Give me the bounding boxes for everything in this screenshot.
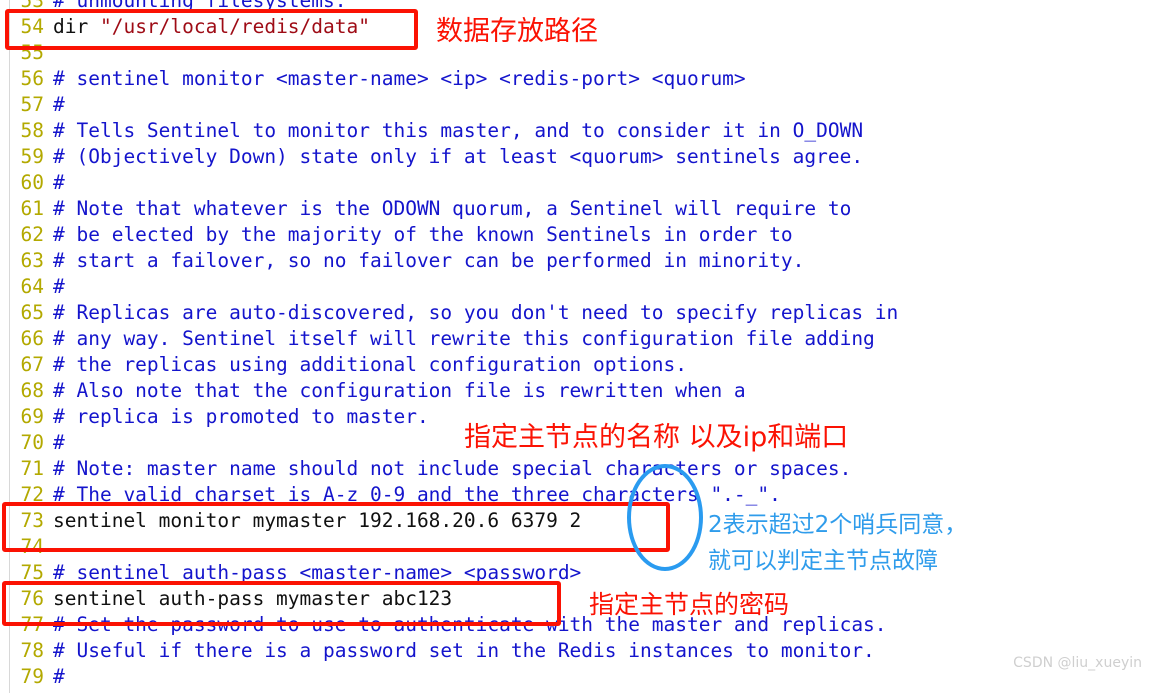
line-number: 70 bbox=[20, 431, 44, 454]
code-line[interactable]: 78 # Useful if there is a password set in… bbox=[0, 638, 1150, 664]
code-line[interactable]: 72 # The valid charset is A-z 0-9 and the… bbox=[0, 482, 1150, 508]
code-line[interactable]: 71 # Note: master name should not include… bbox=[0, 456, 1150, 482]
code-line[interactable]: 63 # start a failover, so no failover can… bbox=[0, 248, 1150, 274]
line-number: 62 bbox=[20, 223, 44, 246]
code-token: # Replicas are auto-discovered, so you d… bbox=[53, 301, 899, 324]
line-number: 57 bbox=[20, 93, 44, 116]
code-line[interactable]: 69 # replica is promoted to master. bbox=[0, 404, 1150, 430]
code-token: # the replicas using additional configur… bbox=[53, 353, 687, 376]
code-token: # Note: master name should not include s… bbox=[53, 457, 852, 480]
line-number: 71 bbox=[20, 457, 44, 480]
code-line[interactable]: 65 # Replicas are auto-discovered, so you… bbox=[0, 300, 1150, 326]
line-number: 75 bbox=[20, 561, 44, 584]
code-line[interactable]: 76 sentinel auth-pass mymaster abc123 bbox=[0, 586, 1150, 612]
code-line[interactable]: 59 # (Objectively Down) state only if at … bbox=[0, 144, 1150, 170]
code-line[interactable]: 66 # any way. Sentinel itself will rewrit… bbox=[0, 326, 1150, 352]
code-line[interactable]: 77 # Set the password to use to authentic… bbox=[0, 612, 1150, 638]
code-line[interactable]: 64 # bbox=[0, 274, 1150, 300]
code-token: # unmounting filesystems. bbox=[53, 0, 347, 12]
line-number: 77 bbox=[20, 613, 44, 636]
code-token: sentinel auth-pass mymaster abc123 bbox=[53, 587, 453, 610]
line-number: 72 bbox=[20, 483, 44, 506]
code-token: # Useful if there is a password set in t… bbox=[53, 639, 875, 662]
line-number: 53 bbox=[20, 0, 44, 12]
code-token: # bbox=[53, 93, 65, 116]
line-number: 65 bbox=[20, 301, 44, 324]
code-token: # replica is promoted to master. bbox=[53, 405, 429, 428]
code-token: dir bbox=[53, 15, 100, 38]
code-line[interactable]: 75 # sentinel auth-pass <master-name> <pa… bbox=[0, 560, 1150, 586]
line-number: 64 bbox=[20, 275, 44, 298]
code-token: # sentinel monitor <master-name> <ip> <r… bbox=[53, 67, 746, 90]
code-token: # (Objectively Down) state only if at le… bbox=[53, 145, 864, 168]
code-token: # Set the password to use to authenticat… bbox=[53, 613, 887, 636]
line-number: 55 bbox=[20, 41, 44, 64]
code-token: # Tells Sentinel to monitor this master,… bbox=[53, 119, 864, 142]
code-line[interactable]: 61 # Note that whatever is the ODOWN quor… bbox=[0, 196, 1150, 222]
csdn-watermark: CSDN @liu_xueyin bbox=[1013, 655, 1142, 671]
line-number: 61 bbox=[20, 197, 44, 220]
code-line[interactable]: 58 # Tells Sentinel to monitor this maste… bbox=[0, 118, 1150, 144]
line-number: 66 bbox=[20, 327, 44, 350]
code-token: # Note that whatever is the ODOWN quorum… bbox=[53, 197, 852, 220]
code-token: # bbox=[53, 665, 65, 688]
line-number: 69 bbox=[20, 405, 44, 428]
code-token: # The valid charset is A-z 0-9 and the t… bbox=[53, 483, 781, 506]
code-line[interactable]: 56 # sentinel monitor <master-name> <ip> … bbox=[0, 66, 1150, 92]
code-line[interactable]: 55 bbox=[0, 40, 1150, 66]
code-lines-container[interactable]: 53 # unmounting filesystems. 54 dir "/usr/l… bbox=[0, 0, 1150, 690]
code-line[interactable]: 57 # bbox=[0, 92, 1150, 118]
code-token: # bbox=[53, 431, 65, 454]
code-editor-screenshot: 53 # unmounting filesystems. 54 dir "/usr/l… bbox=[0, 0, 1150, 693]
code-line[interactable]: 54 dir "/usr/local/redis/data" bbox=[0, 14, 1150, 40]
code-token: # bbox=[53, 275, 65, 298]
code-line[interactable]: 68 # Also note that the configuration fil… bbox=[0, 378, 1150, 404]
line-number: 68 bbox=[20, 379, 44, 402]
code-token: sentinel monitor mymaster 192.168.20.6 6… bbox=[53, 509, 582, 532]
code-token: # sentinel auth-pass <master-name> <pass… bbox=[53, 561, 582, 584]
code-line[interactable]: 79 # bbox=[0, 664, 1150, 690]
code-token: # start a failover, so no failover can b… bbox=[53, 249, 805, 272]
code-line[interactable]: 60 # bbox=[0, 170, 1150, 196]
line-number: 74 bbox=[20, 535, 44, 558]
code-line[interactable]: 62 # be elected by the majority of the kn… bbox=[0, 222, 1150, 248]
code-line[interactable]: 73 sentinel monitor mymaster 192.168.20.6… bbox=[0, 508, 1150, 534]
line-number: 54 bbox=[20, 15, 44, 38]
line-number: 73 bbox=[20, 509, 44, 532]
code-token: "/usr/local/redis/data" bbox=[99, 15, 370, 38]
code-token: # bbox=[53, 171, 65, 194]
code-token: # be elected by the majority of the know… bbox=[53, 223, 793, 246]
code-line[interactable]: 67 # the replicas using additional config… bbox=[0, 352, 1150, 378]
line-number: 60 bbox=[20, 171, 44, 194]
line-number: 59 bbox=[20, 145, 44, 168]
line-number: 67 bbox=[20, 353, 44, 376]
line-number: 63 bbox=[20, 249, 44, 272]
code-line[interactable]: 70 # bbox=[0, 430, 1150, 456]
code-line[interactable]: 53 # unmounting filesystems. bbox=[0, 0, 1150, 14]
line-number: 56 bbox=[20, 67, 44, 90]
line-number: 76 bbox=[20, 587, 44, 610]
code-token: # any way. Sentinel itself will rewrite … bbox=[53, 327, 875, 350]
line-number: 79 bbox=[20, 665, 44, 688]
line-number: 78 bbox=[20, 639, 44, 662]
code-token: # Also note that the configuration file … bbox=[53, 379, 746, 402]
code-line[interactable]: 74 bbox=[0, 534, 1150, 560]
line-number: 58 bbox=[20, 119, 44, 142]
